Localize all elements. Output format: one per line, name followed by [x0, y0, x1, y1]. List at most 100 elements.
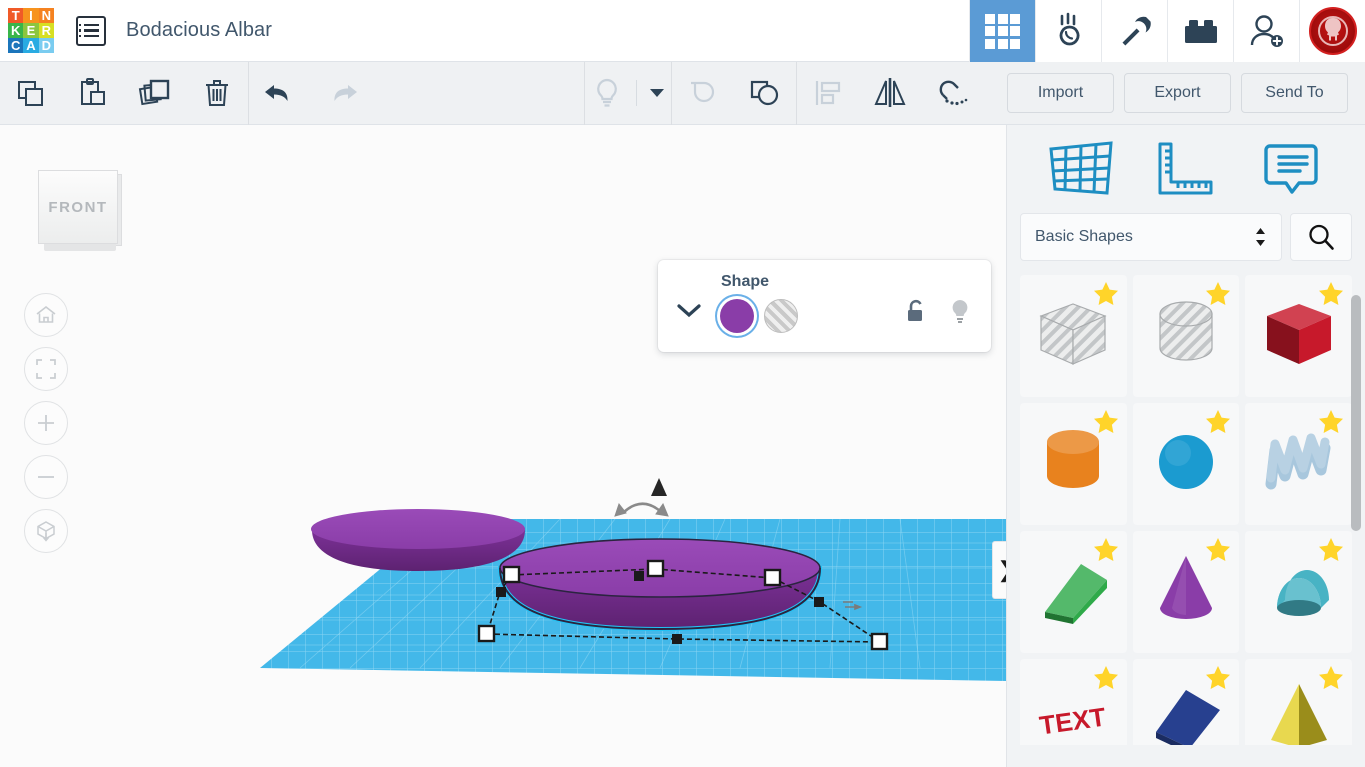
star-icon[interactable]	[1093, 665, 1119, 695]
light-tool-group	[585, 62, 671, 125]
shape-library-grid[interactable]: TEXT	[1007, 275, 1365, 745]
star-icon[interactable]	[1093, 537, 1119, 567]
tab-lego[interactable]	[1167, 0, 1233, 62]
light-dropdown[interactable]	[629, 62, 671, 125]
chevron-down-icon[interactable]	[676, 302, 702, 323]
note-tool[interactable]	[1251, 138, 1331, 200]
projection-toggle-button[interactable]	[24, 509, 68, 553]
library-select[interactable]: Basic Shapes	[1020, 213, 1282, 261]
mirror-flip-icon	[874, 78, 906, 107]
send-to-button[interactable]: Send To	[1241, 73, 1348, 113]
note-callout-icon	[1263, 144, 1318, 194]
shape-wedge[interactable]	[1020, 531, 1127, 653]
shape-box[interactable]	[1245, 275, 1352, 397]
align-button[interactable]	[797, 62, 859, 125]
star-icon[interactable]	[1318, 281, 1344, 311]
redo-button[interactable]	[311, 62, 373, 125]
tinkercad-logo[interactable]: TINKERCAD	[8, 7, 54, 54]
logo-letter-t: T	[8, 7, 24, 23]
pickaxe-icon	[1122, 16, 1151, 46]
align-icon	[815, 81, 841, 105]
tab-3d-designs[interactable]	[969, 0, 1035, 62]
ruler-tool[interactable]	[1146, 138, 1226, 200]
star-icon[interactable]	[1093, 409, 1119, 439]
undo-button[interactable]	[249, 62, 311, 125]
ruler-icon	[1158, 142, 1213, 195]
file-actions: Import Export Send To	[1007, 73, 1348, 113]
shape-panel-title: Shape	[721, 273, 770, 290]
logo-letter-i: I	[23, 7, 39, 23]
align-tool-group	[797, 62, 983, 125]
sidebar-tool-tabs	[1007, 125, 1365, 213]
tab-minecraft[interactable]	[1101, 0, 1167, 62]
edit-tool-group	[0, 62, 248, 125]
home-view-button[interactable]	[24, 293, 68, 337]
copy-icon	[18, 81, 43, 106]
shape-cylinder-hole[interactable]	[1132, 275, 1240, 397]
star-icon[interactable]	[1205, 665, 1231, 695]
workplane-tool[interactable]	[1041, 138, 1121, 200]
library-controls: Basic Shapes	[1007, 213, 1365, 261]
user-avatar-button[interactable]	[1299, 0, 1365, 62]
tab-codeblocks[interactable]	[1035, 0, 1101, 62]
search-button[interactable]	[1290, 213, 1352, 261]
export-button[interactable]: Export	[1124, 73, 1231, 113]
height-handle	[651, 478, 667, 496]
avatar	[1308, 7, 1357, 55]
light-button[interactable]	[585, 62, 629, 125]
shape-roof[interactable]	[1245, 531, 1352, 653]
codeblocks-icon	[1059, 12, 1079, 46]
hole-swatch[interactable]	[764, 299, 798, 333]
shape-cone[interactable]	[1132, 531, 1240, 653]
view-cube-base	[44, 244, 116, 251]
shape-panel-toggles	[905, 298, 971, 326]
lightbulb-icon	[597, 78, 617, 107]
workplane-scene	[260, 478, 1006, 681]
copy-button[interactable]	[0, 62, 62, 125]
shape-polygon[interactable]	[1132, 659, 1240, 745]
snap-magnet-button[interactable]	[921, 62, 983, 125]
zoom-in-button[interactable]	[24, 401, 68, 445]
shape-text[interactable]: TEXT	[1020, 659, 1127, 745]
star-icon[interactable]	[1318, 537, 1344, 567]
ungroup-button[interactable]	[734, 62, 796, 125]
star-icon[interactable]	[1205, 281, 1231, 311]
minus-icon	[38, 476, 54, 478]
sidebar-scrollbar[interactable]	[1351, 295, 1361, 531]
collapse-panel-button[interactable]: ❯	[992, 541, 1006, 599]
solid-color-swatch[interactable]	[720, 299, 754, 333]
shape-box-hole[interactable]	[1020, 275, 1127, 397]
unlock-icon[interactable]	[905, 299, 927, 325]
main-toolbar: Import Export Send To	[0, 61, 1365, 125]
star-icon[interactable]	[1205, 537, 1231, 567]
shape-pyramid[interactable]	[1245, 659, 1352, 745]
star-icon[interactable]	[1093, 281, 1119, 311]
camera-nav-buttons	[24, 293, 68, 553]
zoom-out-button[interactable]	[24, 455, 68, 499]
paste-button[interactable]	[62, 62, 124, 125]
star-icon[interactable]	[1318, 409, 1344, 439]
view-cube[interactable]: FRONT	[38, 170, 122, 251]
mirror-button[interactable]	[859, 62, 921, 125]
star-icon[interactable]	[1205, 409, 1231, 439]
list-menu-icon[interactable]	[76, 15, 106, 46]
page-title: Bodacious Albar	[126, 19, 273, 41]
delete-button[interactable]	[186, 62, 248, 125]
shape-sphere[interactable]	[1132, 403, 1240, 525]
shape-properties-panel: Shape	[658, 260, 991, 352]
ortho-cube-icon	[37, 521, 55, 542]
lightbulb-icon[interactable]	[949, 298, 971, 326]
group-button[interactable]	[672, 62, 734, 125]
design-canvas[interactable]: FRONT Shape	[0, 125, 1006, 767]
shape-scribble[interactable]	[1245, 403, 1352, 525]
fit-view-button[interactable]	[24, 347, 68, 391]
paste-icon	[81, 78, 105, 105]
star-icon[interactable]	[1318, 665, 1344, 695]
shapes-sidebar: Basic Shapes TEXT	[1006, 125, 1365, 767]
shape-ellipsoid-floating	[311, 509, 525, 571]
duplicate-button[interactable]	[124, 62, 186, 125]
tab-invite[interactable]	[1233, 0, 1299, 62]
import-button[interactable]: Import	[1007, 73, 1114, 113]
shape-cylinder[interactable]	[1020, 403, 1127, 525]
grid-icon	[985, 13, 1020, 49]
